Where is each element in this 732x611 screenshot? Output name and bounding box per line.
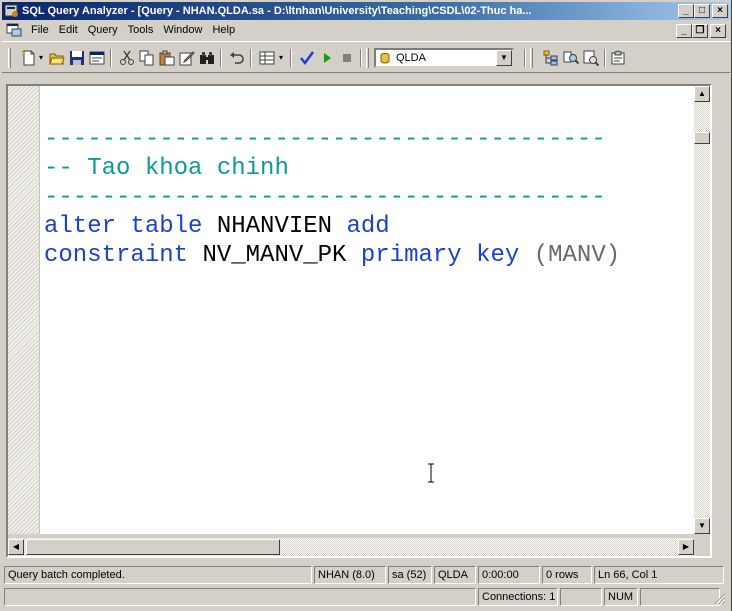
toolbar: ▾ ▾ QLDA ▼ bbox=[2, 41, 730, 73]
query-editor[interactable]: --------------------------------------- -… bbox=[8, 86, 694, 534]
window-title: SQL Query Analyzer - [Query - NHAN.QLDA.… bbox=[22, 5, 532, 17]
app-status-bar: Connections: 1 NUM bbox=[4, 587, 728, 607]
menu-window[interactable]: Window bbox=[158, 22, 207, 39]
open-icon[interactable] bbox=[48, 49, 66, 67]
current-connection-icon[interactable] bbox=[610, 49, 628, 67]
menu-help[interactable]: Help bbox=[207, 22, 240, 39]
code-line[interactable] bbox=[44, 96, 620, 125]
status-empty-pane bbox=[4, 588, 476, 606]
toolbar-separator bbox=[360, 49, 362, 67]
load-script-icon[interactable] bbox=[88, 49, 106, 67]
code-line[interactable]: -- Tao khoa chinh bbox=[44, 154, 620, 183]
status-server: NHAN (8.0) bbox=[314, 566, 386, 584]
minimize-button[interactable]: _ bbox=[678, 4, 694, 18]
status-bar: Query batch completed. NHAN (8.0) sa (52… bbox=[4, 566, 728, 584]
code-token-ident: NV_MANV_PK bbox=[202, 242, 361, 269]
doc-minimize-button[interactable]: _ bbox=[676, 24, 692, 38]
code-token-kw: primary key bbox=[360, 242, 534, 269]
query-editor-frame: --------------------------------------- -… bbox=[6, 84, 712, 558]
toolbar-separator bbox=[604, 49, 606, 67]
toolbar-separator bbox=[110, 49, 112, 67]
database-icon bbox=[380, 53, 390, 64]
scroll-right-arrow-icon[interactable]: ▶ bbox=[678, 539, 694, 555]
code-line[interactable]: constraint NV_MANV_PK primary key (MANV) bbox=[44, 241, 620, 270]
chevron-down-icon[interactable]: ▼ bbox=[496, 50, 512, 66]
document-window-icon[interactable] bbox=[6, 23, 22, 37]
toolbar-separator bbox=[220, 49, 222, 67]
editor-gutter bbox=[8, 86, 40, 534]
code-token-kw: alter table bbox=[44, 213, 217, 240]
scroll-left-arrow-icon[interactable]: ◀ bbox=[8, 539, 24, 555]
menu-query[interactable]: Query bbox=[83, 22, 123, 39]
menu-tools[interactable]: Tools bbox=[123, 22, 159, 39]
status-message: Query batch completed. bbox=[4, 566, 312, 584]
toolbar-separator bbox=[290, 49, 292, 67]
results-mode-dropdown-icon[interactable]: ▾ bbox=[276, 49, 286, 67]
code-token-comment: --------------------------------------- bbox=[44, 184, 606, 211]
query-analyzer-window: SQL Query Analyzer - [Query - NHAN.QLDA.… bbox=[0, 0, 732, 611]
toolbar-separator bbox=[250, 49, 252, 67]
toolbar-grip[interactable] bbox=[366, 48, 369, 68]
toolbar-grip[interactable] bbox=[8, 48, 11, 68]
paste-icon[interactable] bbox=[158, 49, 176, 67]
scrollbar-corner bbox=[694, 538, 710, 556]
cut-icon[interactable] bbox=[118, 49, 136, 67]
undo-icon[interactable] bbox=[228, 49, 246, 67]
status-time: 0:00:00 bbox=[478, 566, 540, 584]
status-num: NUM bbox=[604, 588, 638, 606]
toolbar-separator bbox=[524, 49, 526, 67]
parse-query-icon[interactable] bbox=[298, 49, 316, 67]
code-line[interactable]: alter table NHANVIEN add bbox=[44, 212, 620, 241]
show-execution-plan-icon[interactable] bbox=[582, 49, 600, 67]
object-browser-icon[interactable] bbox=[542, 49, 560, 67]
code-token-ident: NHANVIEN bbox=[216, 213, 347, 240]
maximize-button[interactable]: □ bbox=[694, 4, 710, 18]
object-search-icon[interactable] bbox=[562, 49, 580, 67]
cancel-query-icon[interactable] bbox=[338, 49, 356, 67]
close-button[interactable]: × bbox=[712, 4, 728, 18]
save-icon[interactable] bbox=[68, 49, 86, 67]
execute-query-icon[interactable] bbox=[318, 49, 336, 67]
database-select[interactable]: QLDA ▼ bbox=[374, 48, 514, 68]
copy-icon[interactable] bbox=[138, 49, 156, 67]
toolbar-grip[interactable] bbox=[530, 48, 533, 68]
doc-restore-button[interactable]: ❐ bbox=[692, 24, 708, 38]
clear-window-icon[interactable] bbox=[178, 49, 196, 67]
database-select-value: QLDA bbox=[396, 52, 426, 64]
doc-close-button[interactable]: × bbox=[710, 24, 726, 38]
code-token-comment: -- Tao khoa chinh bbox=[44, 155, 289, 182]
menu-bar: File Edit Query Tools Window Help _ ❐ × bbox=[2, 21, 730, 40]
title-bar[interactable]: SQL Query Analyzer - [Query - NHAN.QLDA.… bbox=[2, 2, 730, 20]
resize-grip-icon[interactable] bbox=[712, 591, 726, 605]
code-token-comment: --------------------------------------- bbox=[44, 126, 606, 153]
status-rows: 0 rows bbox=[542, 566, 592, 584]
status-empty-pane-2 bbox=[560, 588, 602, 606]
vertical-scroll-thumb[interactable] bbox=[694, 132, 710, 144]
scroll-down-arrow-icon[interactable]: ▼ bbox=[694, 518, 710, 534]
sql-code[interactable]: --------------------------------------- -… bbox=[44, 96, 620, 270]
results-mode-icon[interactable] bbox=[258, 49, 276, 67]
code-token-kw: add bbox=[346, 213, 390, 240]
status-empty-pane-3 bbox=[640, 588, 720, 606]
horizontal-scrollbar[interactable]: ◀ ▶ bbox=[8, 538, 694, 556]
code-token-kw: constraint bbox=[44, 242, 203, 269]
scroll-up-arrow-icon[interactable]: ▲ bbox=[694, 86, 710, 102]
status-position: Ln 66, Col 1 bbox=[594, 566, 724, 584]
code-line[interactable]: --------------------------------------- bbox=[44, 183, 620, 212]
find-icon[interactable] bbox=[198, 49, 216, 67]
code-line[interactable]: --------------------------------------- bbox=[44, 125, 620, 154]
status-database: QLDA bbox=[434, 566, 476, 584]
query-analyzer-app-icon bbox=[5, 4, 18, 17]
menu-edit[interactable]: Edit bbox=[54, 22, 83, 39]
horizontal-scroll-thumb[interactable] bbox=[26, 539, 280, 555]
status-connections: Connections: 1 bbox=[478, 588, 558, 606]
menu-file[interactable]: File bbox=[26, 22, 54, 39]
text-cursor-icon bbox=[428, 463, 434, 483]
code-token-paren: (MANV) bbox=[533, 242, 621, 269]
vertical-scrollbar[interactable]: ▲ ▼ bbox=[694, 86, 710, 534]
status-user: sa (52) bbox=[388, 566, 432, 584]
new-query-dropdown-icon[interactable]: ▾ bbox=[36, 49, 46, 67]
